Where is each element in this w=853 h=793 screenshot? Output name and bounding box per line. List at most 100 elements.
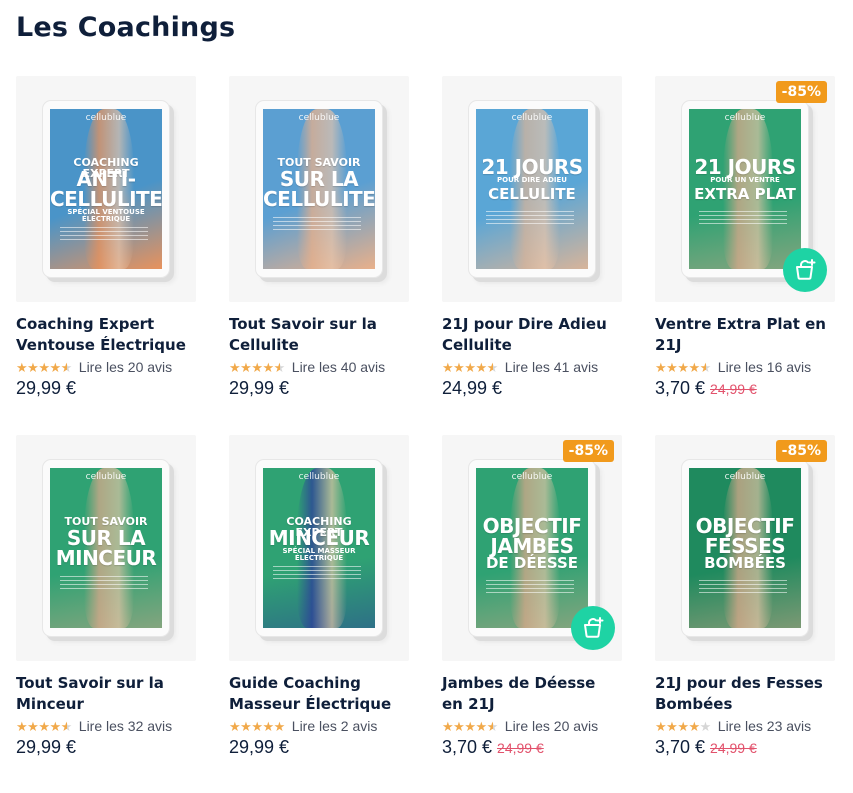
cover-screen: cellublue OBJECTIF FESSES BOMBÉES: [689, 468, 801, 628]
price-row: 3,70 €24,99 €: [655, 737, 757, 758]
star-icon: ★: [666, 359, 678, 375]
cover-body-text: [699, 211, 787, 225]
product-image[interactable]: cellublue OBJECTIF FESSES BOMBÉES -85%: [655, 435, 835, 661]
product-image[interactable]: cellublue COACHING EXPERT MINCEUR SPÉCIAL M…: [229, 435, 409, 661]
product-card[interactable]: cellublue OBJECTIF FESSES BOMBÉES -85% 21J po…: [655, 435, 835, 785]
cover-screen: cellublue TOUT SAVOIR SUR LA MINCEUR: [50, 468, 162, 628]
star-icon: ★: [240, 718, 252, 734]
cover-screen: cellublue 21 JOURS POUR DIRE ADIEU CELLULIT…: [476, 109, 588, 269]
cover-title-bottom: CELLULITE: [488, 185, 576, 203]
star-icon: ★: [486, 359, 499, 375]
star-icon: ★: [464, 359, 476, 375]
star-icon: ★: [262, 359, 274, 375]
reviews-link[interactable]: Lire les 40 avis: [292, 359, 385, 375]
star-icon: ★: [38, 718, 50, 734]
star-icon: ★: [475, 359, 487, 375]
reviews-link[interactable]: Lire les 41 avis: [505, 359, 598, 375]
product-name[interactable]: Ventre Extra Plat en 21J: [655, 314, 833, 356]
star-icon: ★: [699, 718, 712, 734]
discount-badge: -85%: [775, 440, 827, 462]
product-card[interactable]: cellublue TOUT SAVOIR SUR LA CELLULITE Tout …: [229, 76, 409, 426]
star-icon: ★: [27, 718, 39, 734]
product-rating: ★★★★★ Lire les 16 avis: [655, 359, 811, 375]
reviews-link[interactable]: Lire les 32 avis: [79, 718, 172, 734]
product-card[interactable]: cellublue COACHING EXPERT ANTI- CELLULITE SP…: [16, 76, 196, 426]
star-icon: ★: [60, 718, 73, 734]
cover-title-bottom: SPÉCIAL VENTOUSE ÉLECTRIQUE: [67, 208, 145, 223]
star-icon: ★: [442, 718, 454, 734]
cover-title-main: OBJECTIF: [482, 514, 582, 538]
reviews-link[interactable]: Lire les 2 avis: [292, 718, 378, 734]
discount-badge: -85%: [562, 440, 614, 462]
rating-stars: ★★★★★: [16, 361, 72, 374]
product-name[interactable]: Coaching Expert Ventouse Électrique: [16, 314, 194, 356]
cover-title-main: SUR LA: [66, 526, 146, 550]
original-price: 24,99 €: [710, 381, 757, 397]
star-icon: ★: [453, 359, 465, 375]
product-name[interactable]: Tout Savoir sur la Cellulite: [229, 314, 407, 356]
reviews-link[interactable]: Lire les 20 avis: [505, 718, 598, 734]
cover-title-bottom: EXTRA PLAT: [694, 185, 796, 203]
product-name[interactable]: 21J pour Dire Adieu Cellulite: [442, 314, 620, 356]
ebook-cover: cellublue OBJECTIF JAMBES DE DÉESSE: [468, 459, 596, 637]
product-image[interactable]: cellublue TOUT SAVOIR SUR LA CELLULITE: [229, 76, 409, 302]
product-name[interactable]: Tout Savoir sur la Minceur: [16, 673, 194, 715]
product-image[interactable]: cellublue TOUT SAVOIR SUR LA MINCEUR: [16, 435, 196, 661]
product-card[interactable]: cellublue COACHING EXPERT MINCEUR SPÉCIAL M…: [229, 435, 409, 785]
ebook-cover: cellublue COACHING EXPERT MINCEUR SPÉCIAL M…: [255, 459, 383, 637]
cover-screen: cellublue TOUT SAVOIR SUR LA CELLULITE: [263, 109, 375, 269]
star-icon: ★: [453, 718, 465, 734]
product-name[interactable]: Jambes de Déesse en 21J: [442, 673, 620, 715]
product-card[interactable]: cellublue TOUT SAVOIR SUR LA MINCEUR Tout Sa…: [16, 435, 196, 785]
ebook-cover: cellublue COACHING EXPERT ANTI- CELLULITE SP…: [42, 100, 170, 278]
product-name[interactable]: 21J pour des Fesses Bombées: [655, 673, 833, 715]
cover-title-second: JAMBES: [490, 534, 574, 558]
ebook-cover: cellublue 21 JOURS POUR UN VENTRE EXTRA PLA…: [681, 100, 809, 278]
star-icon: ★: [655, 718, 667, 734]
price-row: 3,70 €24,99 €: [442, 737, 544, 758]
product-card[interactable]: cellublue OBJECTIF JAMBES DE DÉESSE -85% Jam…: [442, 435, 622, 785]
star-icon: ★: [229, 718, 241, 734]
star-icon: ★: [38, 359, 50, 375]
product-rating: ★★★★★ Lire les 41 avis: [442, 359, 598, 375]
star-icon: ★: [262, 718, 274, 734]
star-icon: ★: [486, 718, 499, 734]
cover-brand: cellublue: [85, 113, 127, 123]
product-image[interactable]: cellublue OBJECTIF JAMBES DE DÉESSE -85%: [442, 435, 622, 661]
product-rating: ★★★★★ Lire les 20 avis: [16, 359, 172, 375]
star-icon: ★: [464, 718, 476, 734]
cover-title-bottom: BOMBÉES: [704, 554, 786, 572]
reviews-link[interactable]: Lire les 20 avis: [79, 359, 172, 375]
ebook-cover: cellublue OBJECTIF FESSES BOMBÉES: [681, 459, 809, 637]
rating-stars: ★★★★★: [655, 720, 711, 733]
star-icon: ★: [677, 718, 689, 734]
cover-title-main: OBJECTIF: [695, 514, 795, 538]
cover-title-bottom: SPÉCIAL MASSEUR ÉLECTRIQUE: [282, 547, 356, 562]
product-image[interactable]: cellublue 21 JOURS POUR UN VENTRE EXTRA PLA…: [655, 76, 835, 302]
star-icon: ★: [442, 359, 454, 375]
reviews-link[interactable]: Lire les 16 avis: [718, 359, 811, 375]
product-price: 29,99 €: [229, 737, 290, 757]
product-card[interactable]: cellublue 21 JOURS POUR UN VENTRE EXTRA PLA…: [655, 76, 835, 426]
product-image[interactable]: cellublue 21 JOURS POUR DIRE ADIEU CELLULIT…: [442, 76, 622, 302]
add-to-cart-button[interactable]: [571, 606, 615, 650]
product-image[interactable]: cellublue COACHING EXPERT ANTI- CELLULITE SP…: [16, 76, 196, 302]
add-to-cart-button[interactable]: [783, 248, 827, 292]
rating-stars: ★★★★★: [229, 361, 285, 374]
product-name[interactable]: Guide Coaching Masseur Électrique: [229, 673, 407, 715]
price-row: 29,99 €: [16, 378, 76, 399]
product-price: 29,99 €: [16, 737, 77, 757]
cover-title-second: CELLULITE: [263, 187, 375, 211]
shopping-bag-add-icon: [796, 259, 816, 280]
product-rating: ★★★★★ Lire les 2 avis: [229, 718, 377, 734]
rating-stars: ★★★★★: [229, 720, 285, 733]
reviews-link[interactable]: Lire les 23 avis: [718, 718, 811, 734]
star-icon: ★: [240, 359, 252, 375]
cover-body-text: [699, 580, 787, 594]
product-card[interactable]: cellublue 21 JOURS POUR DIRE ADIEU CELLULIT…: [442, 76, 622, 426]
cover-title-second: FESSES: [704, 534, 786, 558]
cover-title-second: POUR DIRE ADIEU: [497, 176, 567, 184]
cover-title-main: SUR LA: [279, 167, 359, 191]
star-icon: ★: [60, 359, 73, 375]
star-icon: ★: [273, 359, 286, 375]
